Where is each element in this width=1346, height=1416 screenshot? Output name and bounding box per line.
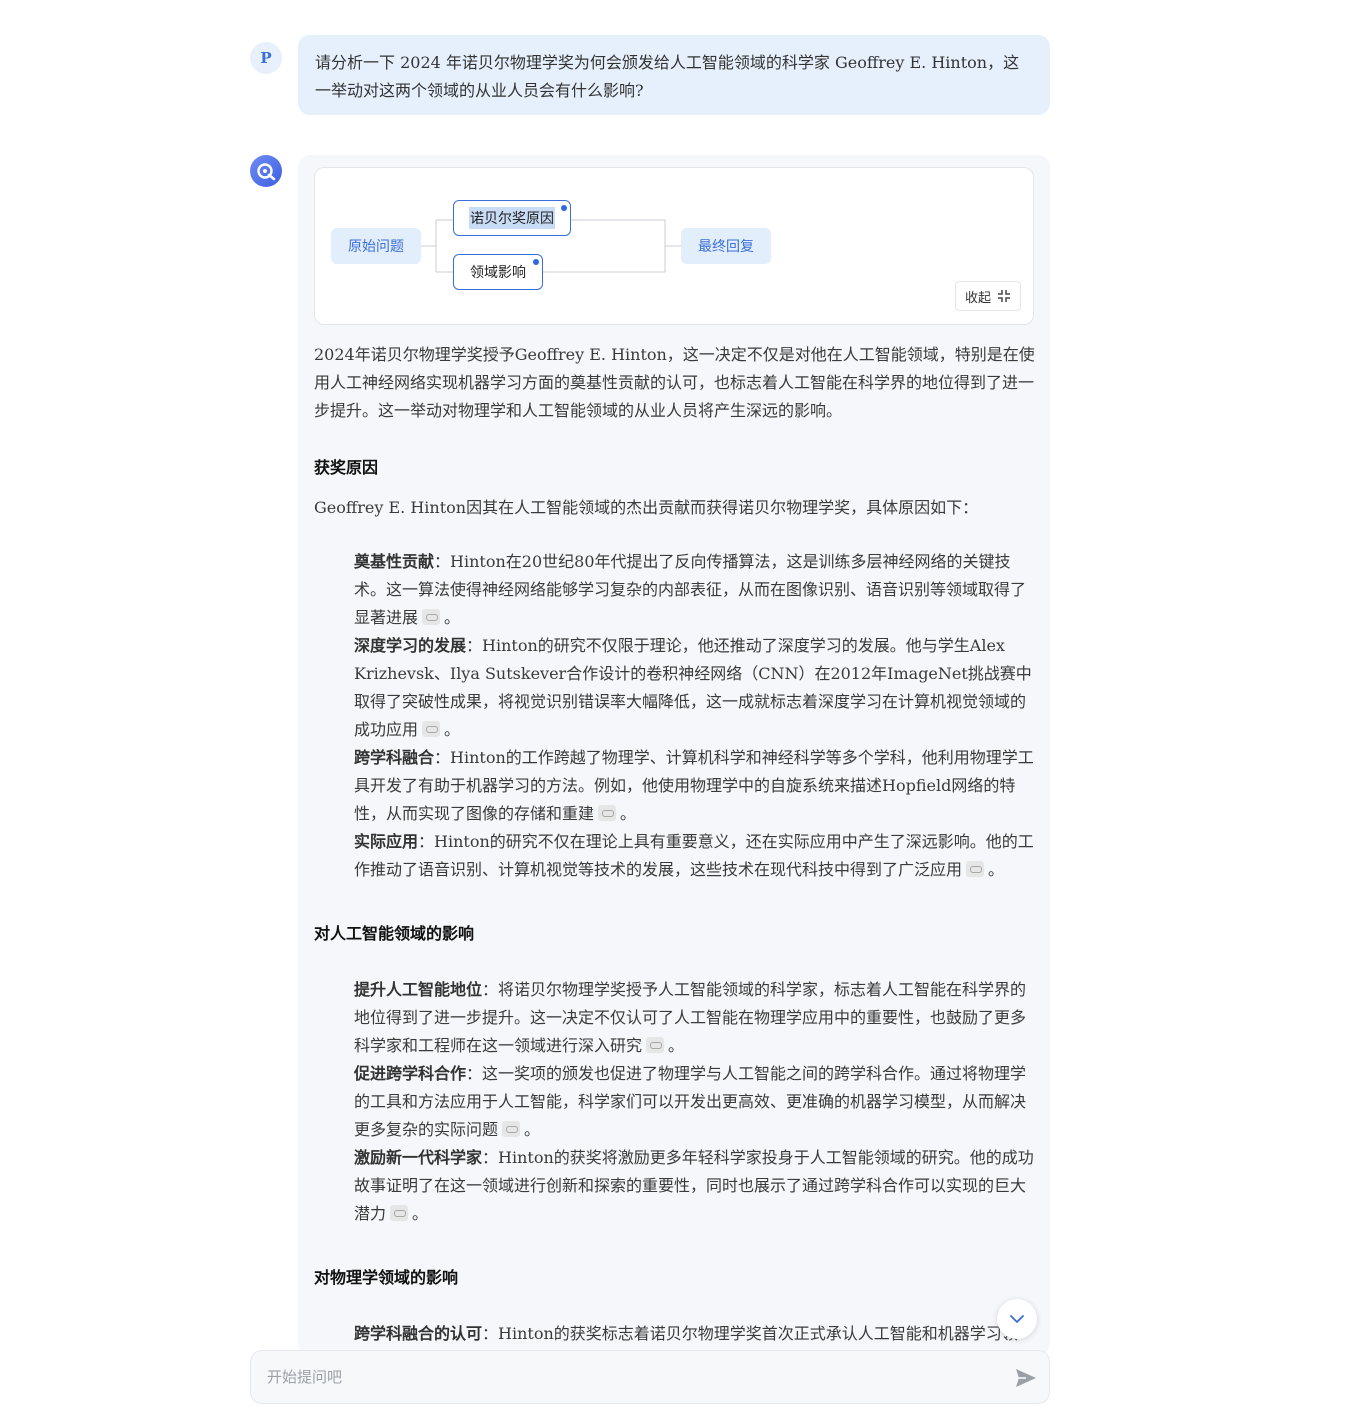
item-end: 。 xyxy=(524,1120,541,1139)
chat-input-bar xyxy=(250,1350,1050,1404)
citation-link-icon[interactable] xyxy=(966,861,985,877)
flow-node-final-reply[interactable]: 最终回复 xyxy=(681,228,771,264)
list-item: 提升人工智能地位：将诺贝尔物理学奖授予人工智能领域的科学家，标志着人工智能在科学… xyxy=(314,976,1038,1060)
flow-connectors xyxy=(421,219,681,273)
scroll-to-bottom-button[interactable] xyxy=(997,1299,1037,1339)
item-separator: ： xyxy=(482,980,499,999)
section-title: 获奖原因 xyxy=(314,458,379,477)
list-item: 跨学科融合的认可：Hinton的获奖标志着诺贝尔物理学奖首次正式承认人工智能和机… xyxy=(314,1320,1038,1348)
user-avatar: P xyxy=(250,42,282,74)
assistant-message: 原始问题 诺贝尔奖原因 领域影响 最终回复 收起 2024年诺贝尔物理学奖授予G… xyxy=(298,155,1050,1355)
item-end: 。 xyxy=(444,608,461,627)
chevron-down-icon xyxy=(1010,1315,1024,1323)
flow-node-field-impact[interactable]: 领域影响 xyxy=(453,254,543,290)
reason-list: 奠基性贡献：Hinton在20世纪80年代提出了反向传播算法，这是训练多层神经网… xyxy=(314,548,1038,884)
answer-body: 2024年诺贝尔物理学奖授予Geoffrey E. Hinton，这一决定不仅是… xyxy=(314,341,1038,1355)
item-separator: ： xyxy=(466,1064,483,1083)
item-text: Hinton的工作跨越了物理学、计算机科学和神经科学等多个学科，他利用物理学工具… xyxy=(354,748,1034,823)
item-separator: ： xyxy=(466,636,483,655)
item-end: 。 xyxy=(412,1204,429,1223)
item-separator: ： xyxy=(482,1324,499,1343)
item-separator: ： xyxy=(418,832,435,851)
physics-impact-list: 跨学科融合的认可：Hinton的获奖标志着诺贝尔物理学奖首次正式承认人工智能和机… xyxy=(314,1320,1038,1348)
assistant-avatar xyxy=(250,155,282,187)
item-end: 。 xyxy=(988,860,1005,879)
status-dot xyxy=(533,259,539,265)
citation-link-icon[interactable] xyxy=(646,1037,665,1053)
item-separator: ： xyxy=(434,552,451,571)
citation-link-icon[interactable] xyxy=(598,805,617,821)
item-label: 跨学科融合的认可 xyxy=(354,1324,483,1343)
item-label: 跨学科融合 xyxy=(354,748,435,767)
ai-impact-list: 提升人工智能地位：将诺贝尔物理学奖授予人工智能领域的科学家，标志着人工智能在科学… xyxy=(314,976,1038,1228)
list-item: 跨学科融合：Hinton的工作跨越了物理学、计算机科学和神经科学等多个学科，他利… xyxy=(314,744,1038,828)
item-label: 实际应用 xyxy=(354,832,419,851)
section-title: 对人工智能领域的影响 xyxy=(314,924,475,943)
citation-link-icon[interactable] xyxy=(422,721,441,737)
send-icon[interactable] xyxy=(1014,1367,1038,1389)
section-title: 对物理学领域的影响 xyxy=(314,1268,459,1287)
item-label: 深度学习的发展 xyxy=(354,636,467,655)
collapse-label: 收起 xyxy=(964,290,991,306)
status-dot xyxy=(561,205,567,211)
flow-node-nobel-reason[interactable]: 诺贝尔奖原因 xyxy=(453,200,571,236)
collapse-button[interactable]: 收起 xyxy=(955,281,1021,311)
section-lead: Geoffrey E. Hinton因其在人工智能领域的杰出贡献而获得诺贝尔物理… xyxy=(314,498,979,517)
user-message: 请分析一下 2024 年诺贝尔物理学奖为何会颁发给人工智能领域的科学家 Geof… xyxy=(298,35,1050,115)
list-item: 实际应用：Hinton的研究不仅在理论上具有重要意义，还在实际应用中产生了深远影… xyxy=(314,828,1038,884)
item-end: 。 xyxy=(620,804,637,823)
list-item: 激励新一代科学家：Hinton的获奖将激励更多年轻科学家投身于人工智能领域的研究… xyxy=(314,1144,1038,1228)
flow-node-original-question[interactable]: 原始问题 xyxy=(331,228,421,264)
citation-link-icon[interactable] xyxy=(390,1205,409,1221)
list-item: 促进跨学科合作：这一奖项的颁发也促进了物理学与人工智能之间的跨学科合作。通过将物… xyxy=(314,1060,1038,1144)
list-item: 深度学习的发展：Hinton的研究不仅限于理论，他还推动了深度学习的发展。他与学… xyxy=(314,632,1038,744)
item-text: Hinton的研究不仅在理论上具有重要意义，还在实际应用中产生了深远影响。他的工… xyxy=(354,832,1034,879)
item-separator: ： xyxy=(434,748,451,767)
item-label: 激励新一代科学家 xyxy=(354,1148,483,1167)
item-end: 。 xyxy=(444,720,461,739)
item-text: Hinton的获奖标志着诺贝尔物理学奖首次正式承认人工智能和机器学习领 xyxy=(498,1324,1018,1343)
item-label: 提升人工智能地位 xyxy=(354,980,483,999)
assistant-logo-icon xyxy=(257,163,276,181)
flow-node-label: 领域影响 xyxy=(470,265,526,281)
item-end: 。 xyxy=(668,1036,685,1055)
citation-link-icon[interactable] xyxy=(502,1121,521,1137)
citation-link-icon[interactable] xyxy=(422,609,441,625)
reasoning-flow-diagram: 原始问题 诺贝尔奖原因 领域影响 最终回复 收起 xyxy=(314,167,1034,325)
answer-intro: 2024年诺贝尔物理学奖授予Geoffrey E. Hinton，这一决定不仅是… xyxy=(314,345,1035,420)
chat-input[interactable] xyxy=(267,1351,987,1403)
flow-node-label: 诺贝尔奖原因 xyxy=(469,207,555,229)
collapse-icon xyxy=(998,290,1010,302)
item-label: 奠基性贡献 xyxy=(354,552,435,571)
item-label: 促进跨学科合作 xyxy=(354,1064,467,1083)
list-item: 奠基性贡献：Hinton在20世纪80年代提出了反向传播算法，这是训练多层神经网… xyxy=(314,548,1038,632)
item-separator: ： xyxy=(482,1148,499,1167)
